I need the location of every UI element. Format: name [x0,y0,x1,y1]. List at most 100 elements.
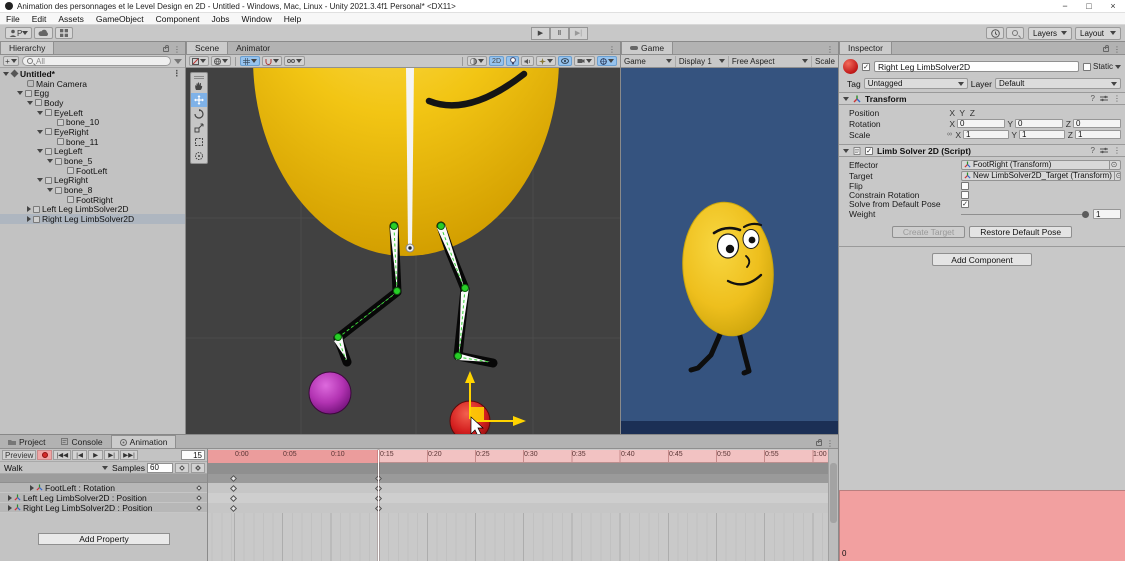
game-viewport[interactable] [621,68,839,434]
keyframe-indicator[interactable] [196,485,202,491]
anim-property-footleft-rotation[interactable]: FootLeft : Rotation [0,483,207,493]
timeline-ruler[interactable]: 0:00 0:05 0:10 0:15 0:20 0:25 0:30 0:35 … [208,450,828,463]
expand-arrow[interactable] [3,72,9,76]
constrain-rotation-checkbox[interactable] [961,191,969,199]
rotation-z-field[interactable]: 0 [1073,119,1121,129]
grid-button[interactable] [55,27,73,39]
hierarchy-item-untitled[interactable]: Untitled*⋮ [0,69,185,79]
add-component-button[interactable]: Add Component [932,253,1032,266]
object-picker-icon[interactable]: ⊙ [1109,160,1118,170]
scale-z-field[interactable]: 1 [1075,130,1121,140]
scale-y-field[interactable]: 1 [1019,130,1065,140]
object-picker-icon[interactable]: ⊙ [1114,171,1121,181]
expand-arrow[interactable] [8,495,12,501]
gameobject-icon[interactable] [843,59,858,74]
expand-arrow[interactable] [30,485,34,491]
effects-dropdown[interactable] [536,56,556,66]
component-enabled-checkbox[interactable]: ✓ [865,147,873,155]
layout-dropdown[interactable]: Layout [1075,27,1121,40]
hierarchy-item-left-leg-limbsolver[interactable]: Left Leg LimbSolver2D [0,205,185,215]
help-icon[interactable]: ? [1091,146,1095,155]
scrollbar-thumb[interactable] [830,463,837,523]
hierarchy-item-footright[interactable]: FootRight [0,195,185,205]
hierarchy-item-main-camera[interactable]: Main Camera [0,79,185,89]
snap-dropdown[interactable] [262,56,282,66]
expand-arrow[interactable] [37,178,43,182]
panel-menu-icon[interactable]: ⋮ [173,45,181,54]
presets-icon[interactable] [1100,147,1108,154]
scene-camera-settings-dropdown[interactable] [211,56,231,66]
play-button[interactable]: ▶ [531,27,550,40]
hierarchy-item-egg[interactable]: Egg [0,88,185,98]
component-menu-icon[interactable]: ⋮ [1113,94,1121,103]
menu-component[interactable]: Component [150,14,206,24]
aspect-dropdown[interactable]: Free Aspect [729,56,812,67]
transform-tool[interactable] [191,149,207,163]
audio-toggle[interactable] [521,56,534,66]
lighting-toggle[interactable] [506,56,519,66]
chevron-down-icon[interactable] [1115,65,1121,69]
tab-project[interactable]: Project [0,435,53,448]
maximize-button[interactable]: □ [1077,0,1101,13]
scene-menu-icon[interactable]: ⋮ [173,68,186,79]
anim-property-rightleg-position[interactable]: Right Leg LimbSolver2D : Position [0,503,207,513]
foldout-arrow[interactable] [843,97,849,101]
display-dropdown[interactable]: Display 1 [676,56,729,67]
view-hand-tool[interactable] [191,79,207,93]
scene-viewport[interactable] [186,68,620,434]
game-target-dropdown[interactable]: Game [621,56,676,67]
keyframe-indicator[interactable] [196,495,202,501]
hierarchy-item-bone11[interactable]: bone_11 [0,137,185,147]
expand-arrow[interactable] [37,130,43,134]
draw-mode-dropdown[interactable] [189,56,209,66]
preview-toggle[interactable]: Preview [2,450,36,460]
expand-arrow[interactable] [47,159,53,163]
menu-gameobject[interactable]: GameObject [90,14,150,24]
static-checkbox[interactable] [1083,63,1091,71]
account-button[interactable]: P [5,27,32,39]
2d-mode-toggle[interactable]: 2D [489,56,504,66]
playhead[interactable] [378,450,379,561]
restore-default-pose-button[interactable]: Restore Default Pose [969,226,1072,238]
effector-object-field[interactable]: FootRight (Transform) ⊙ [961,160,1121,170]
hierarchy-item-bone10[interactable]: bone_10 [0,117,185,127]
dopesheet-rows[interactable] [208,483,828,561]
step-button[interactable]: ▶| [569,27,588,40]
tab-animator[interactable]: Animator [228,41,278,54]
expand-arrow[interactable] [27,206,31,212]
anim-property-leftleg-position[interactable]: Left Leg LimbSolver2D : Position [0,493,207,503]
cloud-button[interactable] [34,27,53,39]
help-icon[interactable]: ? [1091,94,1095,103]
flip-checkbox[interactable] [961,182,969,190]
lock-icon[interactable] [163,47,169,52]
add-event-button[interactable] [191,463,205,473]
transform-header[interactable]: Transform ? ⋮ [839,92,1125,105]
measure-dropdown[interactable] [284,56,305,66]
add-property-button[interactable]: Add Property [38,533,170,545]
panel-menu-icon[interactable]: ⋮ [826,439,834,448]
keyframe-indicator[interactable] [196,505,202,511]
tab-scene[interactable]: Scene [186,41,228,54]
rect-tool[interactable] [191,135,207,149]
close-button[interactable]: × [1101,0,1125,13]
link-scale-icon[interactable]: ∞ [947,131,952,138]
expand-arrow[interactable] [17,91,23,95]
create-target-button[interactable]: Create Target [892,226,965,238]
menu-file[interactable]: File [0,14,26,24]
rotate-tool[interactable] [191,107,207,121]
hidden-objects-toggle[interactable] [558,56,572,66]
minimize-button[interactable]: − [1053,0,1077,13]
position-z-field[interactable]: 0 [839,490,1125,561]
scene-canvas[interactable] [186,68,620,434]
tab-animation[interactable]: Animation [111,435,177,448]
layers-dropdown[interactable]: Layers [1028,27,1072,40]
current-frame-field[interactable]: 15 [181,450,205,460]
component-menu-icon[interactable]: ⋮ [1113,146,1121,155]
tab-inspector[interactable]: Inspector [839,41,892,54]
filter-icon[interactable] [174,59,182,64]
add-keyframe-button[interactable] [175,463,189,473]
panel-menu-icon[interactable]: ⋮ [826,45,834,54]
hierarchy-search-input[interactable]: All [22,56,171,66]
slider-knob[interactable] [1082,211,1089,218]
prev-key-button[interactable]: |◀ [72,450,87,460]
